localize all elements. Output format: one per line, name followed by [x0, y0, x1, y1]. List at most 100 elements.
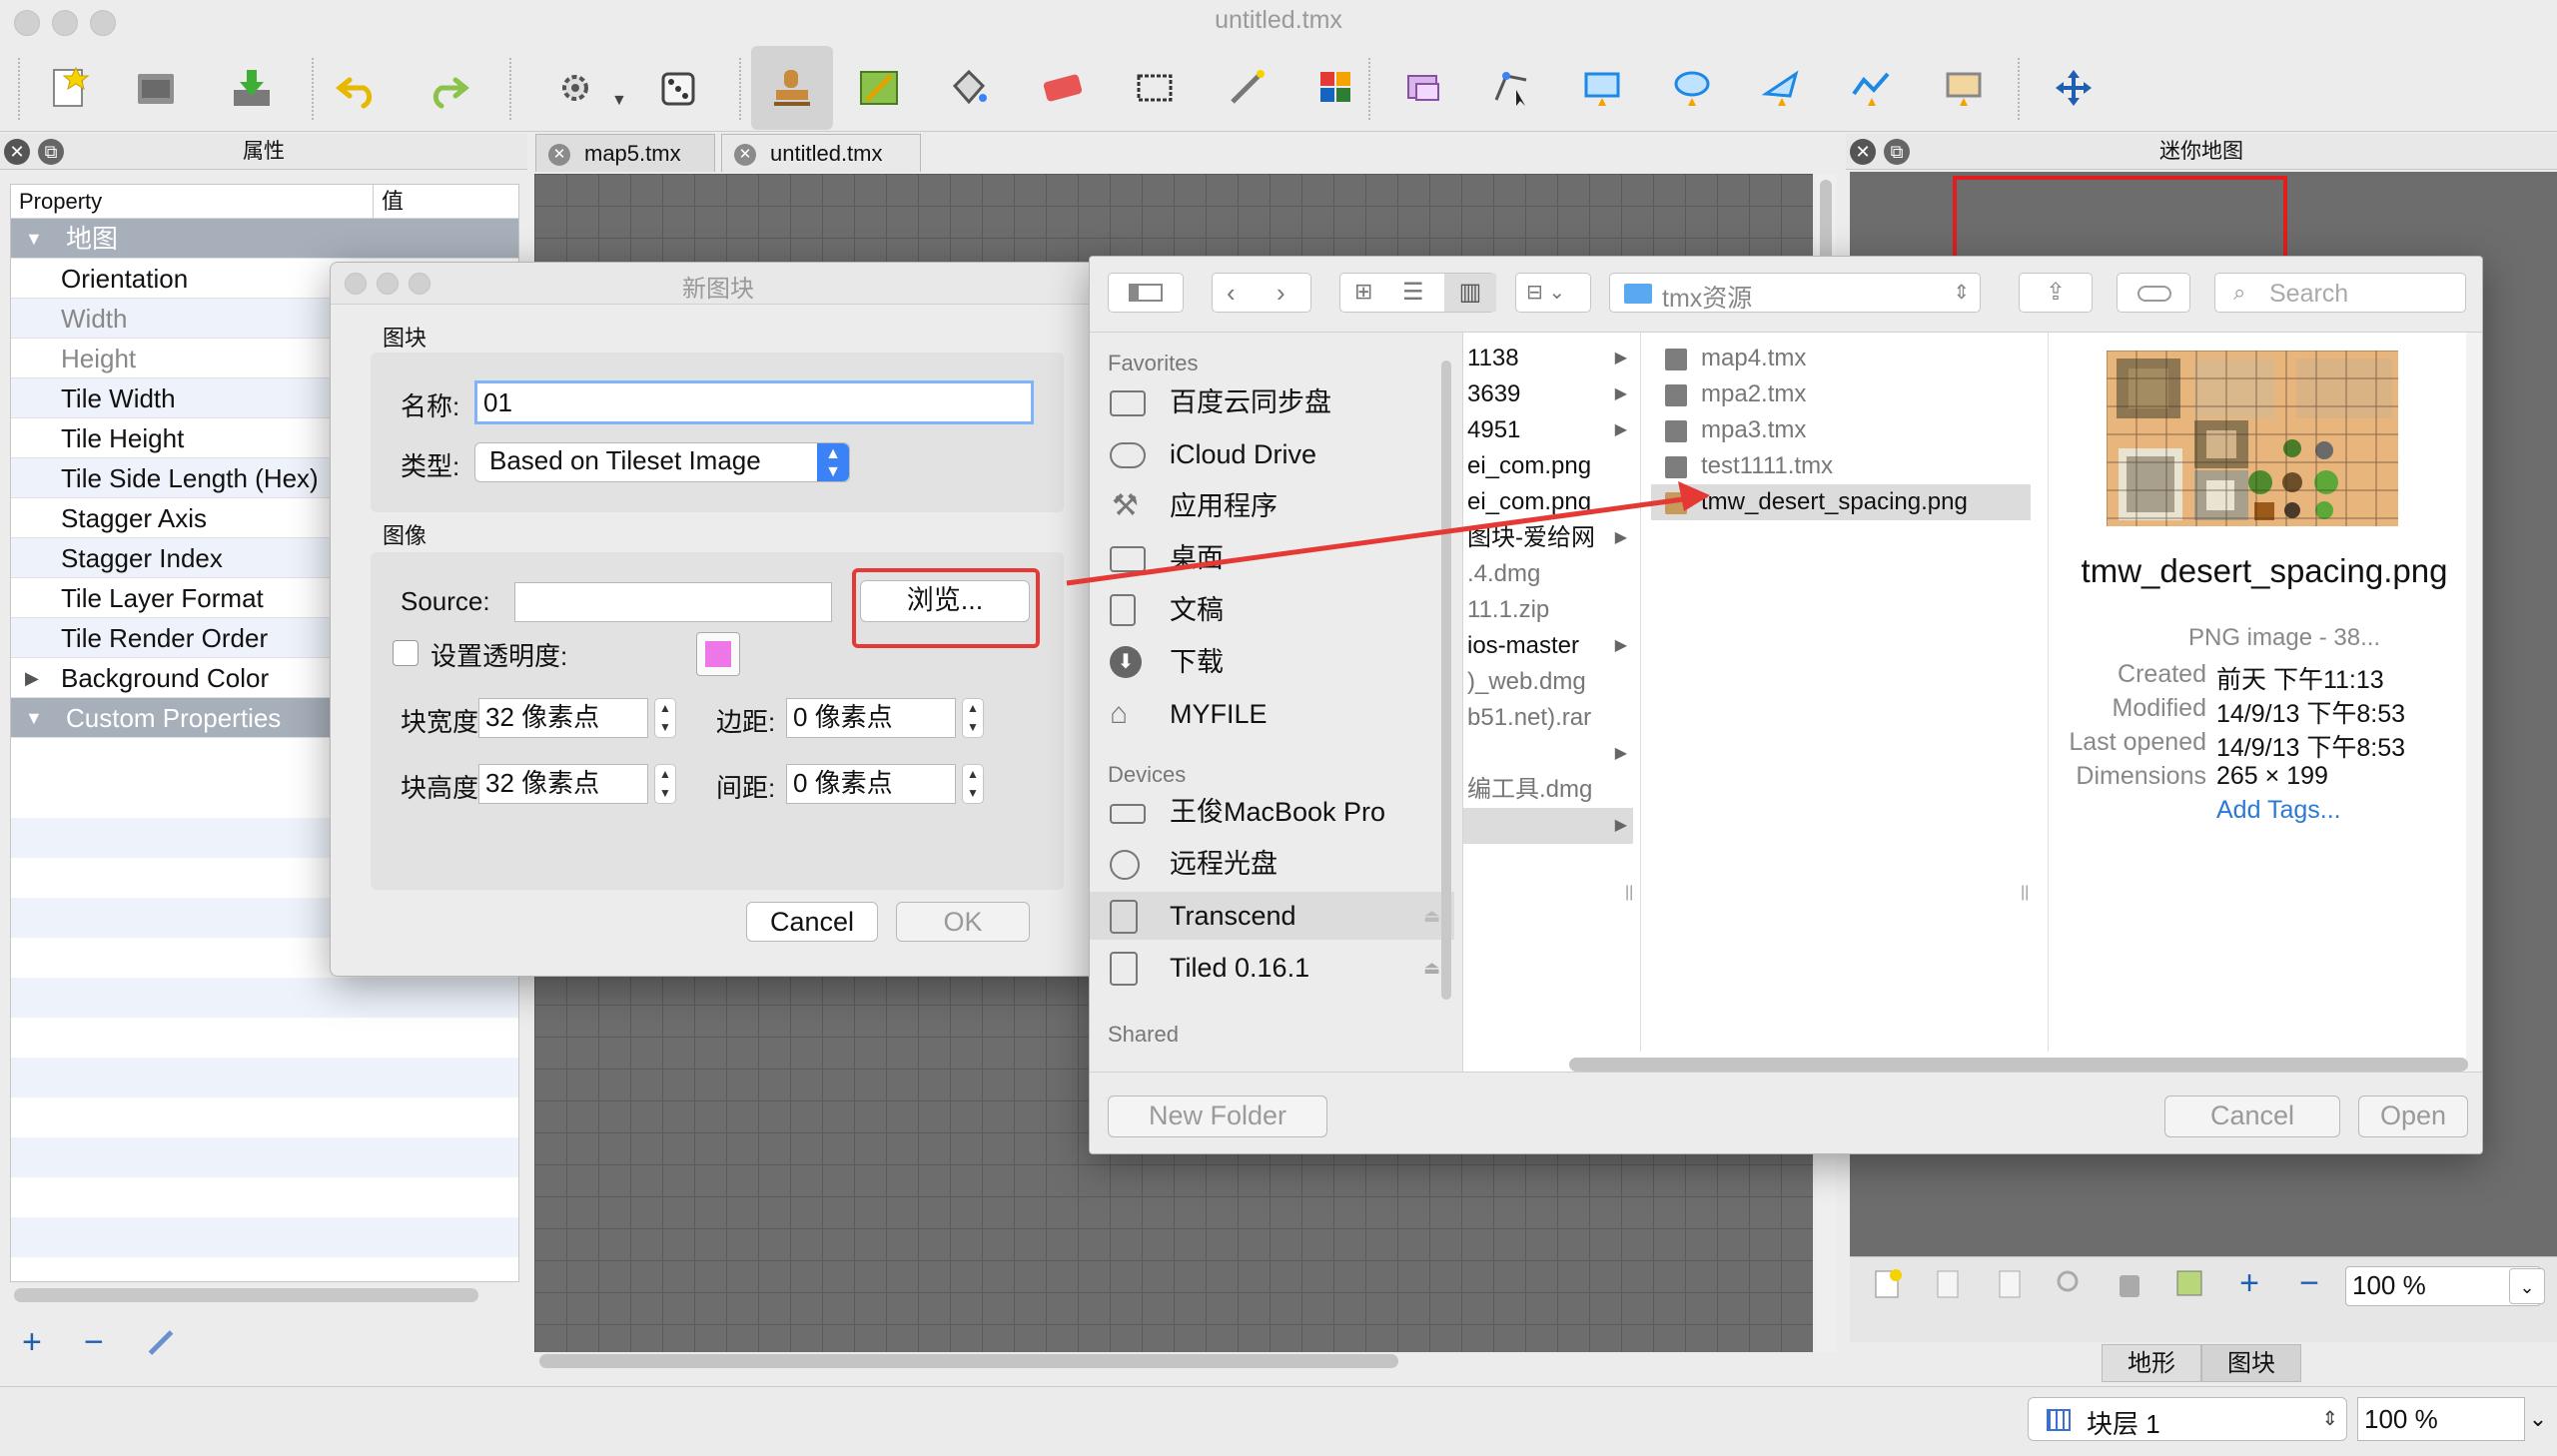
icon-view-icon[interactable]: ⊞ — [1354, 279, 1372, 305]
list-view-icon[interactable]: ☰ — [1402, 278, 1424, 307]
sidebar-item-applications[interactable]: ⚒ 应用程序 — [1090, 482, 1454, 530]
list-item[interactable]: ▶ — [1463, 736, 1633, 772]
sidebar-item-baidu[interactable]: 百度云同步盘 — [1090, 378, 1454, 426]
column-resize-handle[interactable]: || — [2021, 884, 2029, 902]
add-tags-link[interactable]: Add Tags... — [2216, 796, 2341, 825]
column-resize-handle[interactable]: || — [1625, 884, 1633, 902]
source-input[interactable] — [514, 582, 832, 622]
chevron-down-icon[interactable]: ⌄ — [2509, 1268, 2545, 1304]
list-item[interactable]: 3639 ▶ — [1463, 376, 1633, 412]
list-item-selected[interactable]: tmw_desert_spacing.png — [1651, 484, 2031, 520]
disclosure-triangle-icon[interactable]: ▼ — [25, 219, 43, 259]
delete-tileset-icon[interactable] — [2110, 1263, 2149, 1303]
new-tileset-icon[interactable] — [1868, 1263, 1908, 1303]
insert-polygon-icon[interactable] — [1754, 60, 1810, 116]
sidebar-item-desktop[interactable]: 桌面 — [1090, 534, 1454, 582]
name-input[interactable]: 01 — [474, 380, 1034, 424]
float-panel-icon[interactable]: ⧉ — [1884, 139, 1910, 165]
chevron-down-icon[interactable]: ▼ — [611, 92, 627, 110]
layer-selector[interactable]: 块层 1 ⇕ — [2028, 1397, 2347, 1441]
open-file-icon[interactable] — [128, 60, 184, 116]
column-view-icon[interactable]: ▥ — [1444, 274, 1496, 312]
back-chevron-icon[interactable]: ‹ — [1227, 274, 1236, 312]
save-file-icon[interactable] — [224, 60, 280, 116]
tile-height-stepper[interactable]: ▲ ▼ — [654, 764, 676, 804]
list-item[interactable]: ei_com.png — [1463, 448, 1633, 484]
list-item-selected[interactable]: ▶ — [1463, 808, 1633, 844]
spacing-stepper[interactable]: ▲ ▼ — [962, 764, 984, 804]
list-item[interactable]: )_web.dmg — [1463, 664, 1633, 700]
terrain-brush-icon[interactable] — [851, 60, 907, 116]
move-arrows-icon[interactable] — [2046, 60, 2102, 116]
list-item[interactable]: mpa2.tmx — [1651, 376, 2031, 412]
insert-rectangle-icon[interactable] — [1574, 60, 1630, 116]
tile-height-input[interactable]: 32 像素点 — [478, 764, 648, 804]
float-panel-icon[interactable]: ⧉ — [38, 139, 64, 165]
list-item[interactable]: test1111.tmx — [1651, 448, 2031, 484]
zoom-field[interactable]: 100 % — [2357, 1397, 2525, 1441]
eject-icon[interactable]: ⏏ — [1423, 944, 1440, 992]
stamp-brush-icon[interactable] — [751, 46, 833, 130]
list-item[interactable]: 1138 ▶ — [1463, 341, 1633, 376]
search-field[interactable]: ⌕ Search — [2214, 273, 2466, 313]
edit-terrain-icon[interactable] — [2169, 1263, 2209, 1303]
tab-map5[interactable]: ✕ map5.tmx — [535, 134, 715, 172]
eraser-icon[interactable] — [1035, 60, 1091, 116]
minimap-viewport-rect[interactable] — [1953, 176, 2287, 266]
sidebar-item-documents[interactable]: 文稿 — [1090, 586, 1454, 634]
list-item[interactable]: ios-master ▶ — [1463, 628, 1633, 664]
sidebar-item-macbook[interactable]: 王俊MacBook Pro — [1090, 788, 1454, 836]
zoom-in-icon[interactable]: + — [2229, 1263, 2269, 1303]
select-objects-icon[interactable] — [1396, 60, 1452, 116]
close-tab-icon[interactable]: ✕ — [734, 144, 756, 166]
embed-tileset-icon[interactable] — [1928, 1263, 1968, 1303]
new-folder-button[interactable]: New Folder — [1108, 1095, 1327, 1137]
select-same-tile-icon[interactable] — [1308, 60, 1364, 116]
list-item[interactable]: 4951 ▶ — [1463, 412, 1633, 448]
margin-input[interactable]: 0 像素点 — [786, 698, 956, 738]
properties-scrollbar[interactable] — [14, 1288, 478, 1302]
list-item[interactable]: 图块-爱给网 ▶ — [1463, 520, 1633, 556]
list-item[interactable]: 编工具.dmg — [1463, 772, 1633, 808]
sidebar-item-myfile[interactable]: ⌂ MYFILE — [1090, 690, 1454, 738]
sidebar-scrollbar[interactable] — [1441, 361, 1451, 1000]
tile-width-stepper[interactable]: ▲ ▼ — [654, 698, 676, 738]
add-property-icon[interactable]: + — [22, 1323, 42, 1362]
chevron-down-icon[interactable]: ⌄ — [2523, 1399, 2553, 1439]
remove-property-icon[interactable]: − — [84, 1323, 104, 1362]
tileset-properties-icon[interactable] — [2050, 1263, 2090, 1303]
canvas-hscrollbar[interactable] — [539, 1354, 1398, 1368]
insert-tile-icon[interactable] — [1936, 60, 1992, 116]
sidebar-toggle-icon[interactable] — [1108, 273, 1184, 313]
group-map[interactable]: ▼ 地图 — [11, 219, 518, 259]
magic-wand-icon[interactable] — [1219, 60, 1275, 116]
rectangle-select-icon[interactable] — [1127, 60, 1183, 116]
list-item[interactable]: b51.net).rar — [1463, 700, 1633, 736]
rename-property-icon[interactable] — [148, 1330, 174, 1355]
redo-icon[interactable] — [420, 60, 475, 116]
sidebar-item-icloud[interactable]: iCloud Drive — [1090, 430, 1454, 478]
transparency-color-button[interactable] — [696, 632, 740, 676]
close-tab-icon[interactable]: ✕ — [548, 144, 570, 166]
transparency-checkbox[interactable] — [393, 640, 419, 666]
list-item[interactable]: ei_com.png — [1463, 484, 1633, 520]
type-select[interactable]: Based on Tileset Image ▲ ▼ — [474, 442, 850, 482]
close-panel-icon[interactable]: ✕ — [1850, 139, 1876, 165]
sidebar-item-transcend[interactable]: Transcend ⏏ — [1090, 892, 1454, 940]
forward-chevron-icon[interactable]: › — [1277, 274, 1285, 312]
arrange-menu-icon[interactable]: ⊟ ⌄ — [1515, 273, 1591, 313]
tab-terrain[interactable]: 地形 — [2102, 1344, 2201, 1382]
list-item[interactable]: mpa3.tmx — [1651, 412, 2031, 448]
eject-icon[interactable]: ⏏ — [1423, 892, 1440, 940]
sidebar-item-tiled[interactable]: Tiled 0.16.1 ⏏ — [1090, 944, 1454, 992]
undo-icon[interactable] — [330, 60, 386, 116]
edit-polygons-icon[interactable] — [1484, 60, 1540, 116]
new-file-icon[interactable] — [40, 60, 96, 116]
random-mode-gear-icon[interactable] — [549, 60, 605, 116]
spacing-input[interactable]: 0 像素点 — [786, 764, 956, 804]
tab-untitled[interactable]: ✕ untitled.tmx — [721, 134, 921, 172]
bucket-fill-icon[interactable] — [941, 60, 997, 116]
sidebar-item-downloads[interactable]: ⬇ 下载 — [1090, 638, 1454, 686]
open-button[interactable]: Open — [2358, 1095, 2468, 1137]
ok-button[interactable]: OK — [896, 902, 1030, 942]
